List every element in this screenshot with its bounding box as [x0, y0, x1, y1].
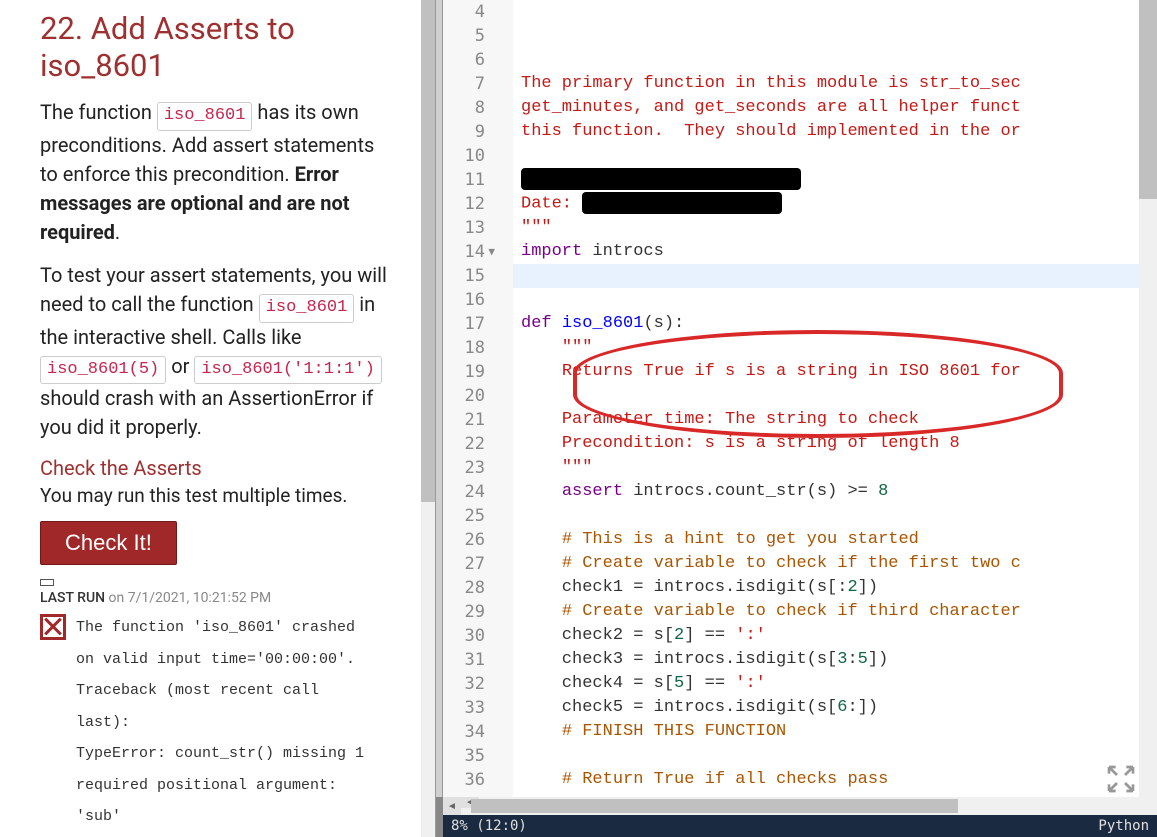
line-number: 10: [443, 144, 495, 168]
line-number: 30: [443, 624, 495, 648]
exercise-heading: 22. Add Asserts to iso_8601: [40, 10, 397, 84]
code-line[interactable]: this function. They should implemented i…: [513, 120, 1157, 144]
code-line[interactable]: Precondition: s is a string of length 8: [513, 432, 1157, 456]
code-inline: iso_8601(5): [40, 356, 166, 385]
code-inline: iso_8601: [157, 102, 253, 131]
line-number: 27: [443, 552, 495, 576]
instruction-p2: To test your assert statements, you will…: [40, 261, 397, 442]
code-line[interactable]: [513, 744, 1157, 768]
code-line[interactable]: # Return True if all checks pass: [513, 768, 1157, 792]
editor-vertical-scrollbar[interactable]: [1139, 0, 1157, 797]
code-line[interactable]: """: [513, 216, 1157, 240]
line-number: 8: [443, 96, 495, 120]
code-line[interactable]: def iso_8601(s):: [513, 312, 1157, 336]
line-number: 24: [443, 480, 495, 504]
error-x-icon: [40, 614, 66, 640]
left-scrollbar[interactable]: [421, 0, 435, 837]
line-number: 6: [443, 48, 495, 72]
code-line[interactable]: Returns True if s is a string in ISO 860…: [513, 360, 1157, 384]
code-line[interactable]: check4 = s[5] == ':': [513, 672, 1157, 696]
fullscreen-icon[interactable]: [1105, 763, 1137, 795]
code-line[interactable]: # This is a hint to get you started: [513, 528, 1157, 552]
line-number: 7: [443, 72, 495, 96]
editor-horizontal-scrollbar[interactable]: ◄ ◄: [443, 797, 1157, 815]
code-inline: iso_8601: [259, 294, 355, 323]
code-line[interactable]: # Create variable to check if the first …: [513, 552, 1157, 576]
line-number: 13: [443, 216, 495, 240]
line-number: 32: [443, 672, 495, 696]
code-inline: iso_8601('1:1:1'): [194, 356, 381, 385]
code-line[interactable]: Parameter time: The string to check: [513, 408, 1157, 432]
split-divider[interactable]: [435, 0, 443, 837]
instructions-panel: 22. Add Asserts to iso_8601 The function…: [0, 0, 435, 837]
code-editor[interactable]: 4567891011121314▼15161718192021222324252…: [443, 0, 1157, 797]
h-scroll-thumb[interactable]: [471, 799, 958, 813]
status-position: 8% (12:0): [451, 818, 527, 834]
error-message-text: The function 'iso_8601' crashed on valid…: [76, 612, 364, 833]
code-line[interactable]: [513, 384, 1157, 408]
status-language: Python: [1098, 818, 1149, 834]
line-number: 16: [443, 288, 495, 312]
line-number: 36: [443, 768, 495, 792]
line-number: 20: [443, 384, 495, 408]
line-number: 19: [443, 360, 495, 384]
code-line[interactable]: [513, 144, 1157, 168]
line-number-gutter: 4567891011121314▼15161718192021222324252…: [443, 0, 513, 797]
line-number: 22: [443, 432, 495, 456]
code-line[interactable]: # FINISH THIS FUNCTION: [513, 720, 1157, 744]
code-line[interactable]: # Create variable to check if third char…: [513, 600, 1157, 624]
code-line[interactable]: The primary function in this module is s…: [513, 72, 1157, 96]
code-line[interactable]: check3 = introcs.isdigit(s[3:5]): [513, 648, 1157, 672]
check-subtext: You may run this test multiple times.: [40, 484, 397, 507]
line-number: 31: [443, 648, 495, 672]
code-line[interactable]: import introcs: [513, 240, 1157, 264]
code-content[interactable]: The primary function in this module is s…: [513, 0, 1157, 797]
code-line[interactable]: [513, 168, 1157, 192]
left-scrollbar-thumb[interactable]: [421, 0, 435, 502]
check-heading: Check the Asserts: [40, 456, 397, 480]
code-line[interactable]: check1 = introcs.isdigit(s[:2]): [513, 576, 1157, 600]
code-line[interactable]: assert introcs.count_str(s) >= 8: [513, 480, 1157, 504]
line-number: 34: [443, 720, 495, 744]
line-number: 26: [443, 528, 495, 552]
line-number: 35: [443, 744, 495, 768]
line-number: 12: [443, 192, 495, 216]
line-number: 33: [443, 696, 495, 720]
line-number: 17: [443, 312, 495, 336]
code-line[interactable]: get_minutes, and get_seconds are all hel…: [513, 96, 1157, 120]
line-number: 14▼: [443, 240, 495, 264]
code-line[interactable]: """: [513, 456, 1157, 480]
code-line[interactable]: Date:: [513, 192, 1157, 216]
last-run-timestamp: LAST RUN on 7/1/2021, 10:21:52 PM: [40, 590, 397, 606]
line-number: 21: [443, 408, 495, 432]
h-scroll-left-gutter[interactable]: ◄: [443, 797, 461, 815]
editor-panel: 4567891011121314▼15161718192021222324252…: [443, 0, 1157, 837]
code-line[interactable]: [513, 504, 1157, 528]
code-line[interactable]: check2 = s[2] == ':': [513, 624, 1157, 648]
line-number: 28: [443, 576, 495, 600]
editor-vertical-scrollbar-thumb[interactable]: [1139, 0, 1157, 199]
line-number: 9: [443, 120, 495, 144]
line-number: 4: [443, 0, 495, 24]
error-result: The function 'iso_8601' crashed on valid…: [40, 612, 397, 833]
line-number: 11: [443, 168, 495, 192]
code-line[interactable]: [513, 288, 1157, 312]
instructions-body: The function iso_8601 has its own precon…: [40, 98, 397, 442]
line-number: 5: [443, 24, 495, 48]
line-number: 29: [443, 600, 495, 624]
line-number: 23: [443, 456, 495, 480]
editor-status-bar: 8% (12:0) Python: [443, 815, 1157, 837]
check-it-button[interactable]: Check It!: [40, 521, 177, 565]
instruction-p1: The function iso_8601 has its own precon…: [40, 98, 397, 247]
code-line[interactable]: check5 = introcs.isdigit(s[6:]): [513, 696, 1157, 720]
h-scroll-track[interactable]: ◄: [461, 797, 1157, 815]
line-number: 15: [443, 264, 495, 288]
line-number: 25: [443, 504, 495, 528]
line-number: 18: [443, 336, 495, 360]
progress-mini-icon: [40, 579, 54, 586]
code-line[interactable]: """: [513, 336, 1157, 360]
code-line[interactable]: [513, 264, 1157, 288]
